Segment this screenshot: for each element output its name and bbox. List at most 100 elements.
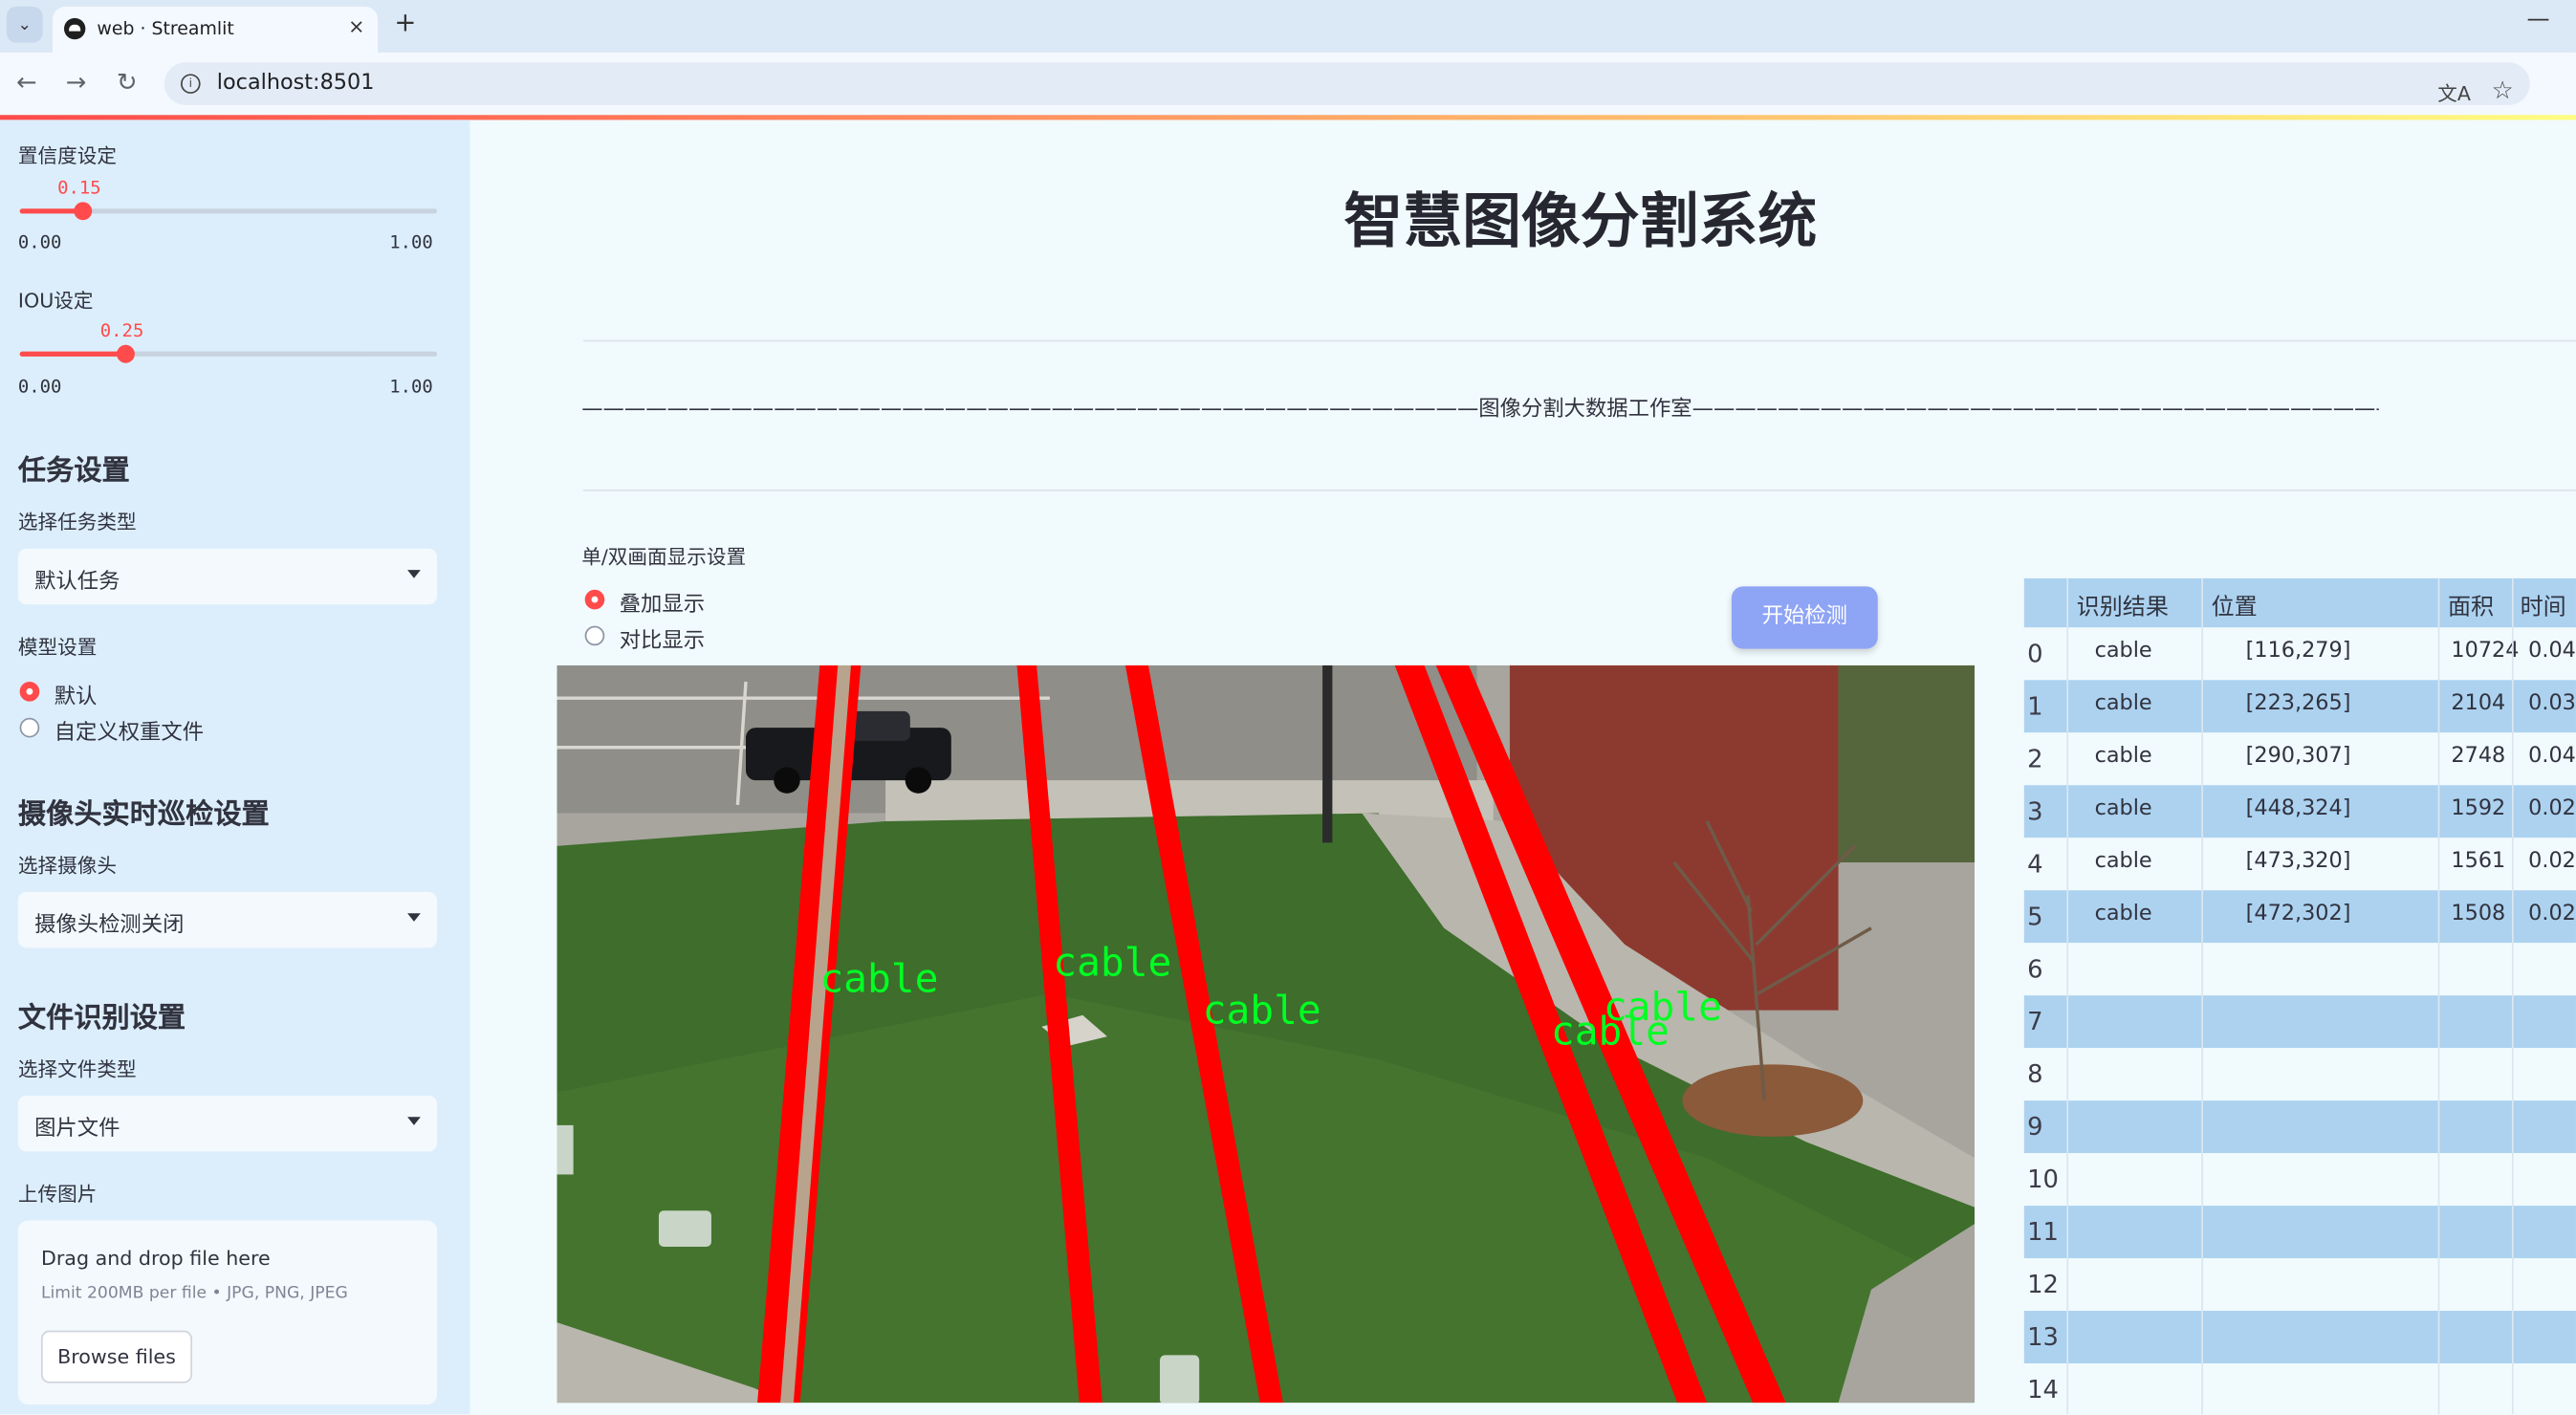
column-divider [2201, 577, 2203, 1415]
file-type-select[interactable]: 图片文件 [17, 1095, 438, 1152]
cell-position: [116,279] [2245, 639, 2351, 664]
confidence-slider[interactable] [19, 202, 438, 221]
header-position: 位置 [2211, 594, 2258, 621]
camera-section-heading: 摄像头实时巡检设置 [17, 797, 270, 832]
column-divider [2437, 577, 2440, 1415]
file-dropzone[interactable]: Drag and drop file here Limit 200MB per … [17, 1220, 438, 1404]
tab-search-chevron-icon[interactable]: ⌄ [6, 6, 43, 43]
table-row[interactable]: 13 [2023, 1311, 2576, 1364]
row-index: 12 [2027, 1270, 2059, 1300]
table-row[interactable]: 9 [2023, 1100, 2576, 1154]
utility-box [557, 1124, 574, 1175]
start-detection-button[interactable]: 开始检测 [1731, 586, 1878, 649]
cell-time: 0.02 [2528, 849, 2576, 875]
display-mode-label: 单/双画面显示设置 [581, 545, 747, 569]
radio-selected-icon[interactable] [19, 682, 40, 702]
divider [582, 489, 2576, 491]
reload-icon[interactable]: ↻ [117, 67, 138, 97]
new-tab-button[interactable]: + [394, 7, 416, 38]
row-index: 14 [2027, 1375, 2059, 1404]
cell-area: 1508 [2451, 902, 2506, 927]
iou-slider-thumb[interactable] [116, 344, 135, 363]
chevron-down-icon [407, 913, 421, 922]
column-divider [2066, 577, 2069, 1415]
row-index: 9 [2027, 1112, 2043, 1143]
table-row[interactable]: 3 cable [448,324] 1592 0.02 [2023, 785, 2576, 838]
camera-value: 摄像头检测关闭 [34, 913, 185, 939]
table-row[interactable]: 14 [2023, 1363, 2576, 1415]
header-label: 识别结果 [2076, 594, 2169, 621]
display-option-label: 叠加显示 [619, 593, 706, 619]
radio-unselected-icon[interactable] [19, 717, 40, 738]
table-row[interactable]: 10 [2023, 1153, 2576, 1207]
cell-position: [473,320] [2245, 849, 2351, 875]
table-row[interactable]: 5 cable [472,302] 1508 0.02 [2023, 890, 2576, 944]
omnibox[interactable]: i localhost:8501 文A ☆ [164, 62, 2530, 105]
dropzone-title: Drag and drop file here [40, 1247, 271, 1271]
iou-slider[interactable] [19, 344, 438, 363]
browser-tab[interactable]: web · Streamlit × [52, 6, 379, 53]
model-label: 模型设置 [17, 635, 98, 659]
cell-area: 2104 [2451, 691, 2506, 717]
forward-arrow-icon[interactable]: → [66, 67, 87, 97]
cell-position: [290,307] [2245, 744, 2351, 770]
cell-position: [472,302] [2245, 902, 2351, 927]
cell-label: cable [2094, 744, 2152, 770]
row-index: 7 [2027, 1007, 2043, 1037]
cell-time: 0.04 [2528, 639, 2576, 664]
url-text[interactable]: localhost:8501 [217, 71, 375, 96]
cell-time: 0.02 [2528, 796, 2576, 822]
site-info-icon[interactable]: i [180, 74, 201, 94]
window-minimize-button[interactable]: — [2526, 7, 2549, 33]
tab-close-icon[interactable]: × [348, 14, 364, 37]
task-type-select[interactable]: 默认任务 [17, 548, 438, 605]
table-row[interactable]: 4 cable [473,320] 1561 0.02 [2023, 838, 2576, 891]
tree-foliage [1838, 664, 1976, 863]
back-arrow-icon[interactable]: ← [16, 67, 37, 97]
table-row[interactable]: 12 [2023, 1258, 2576, 1312]
iou-max: 1.00 [389, 376, 433, 398]
cell-label: cable [2094, 849, 2152, 875]
row-index: 0 [2027, 639, 2043, 669]
confidence-slider-thumb[interactable] [74, 202, 93, 221]
table-row[interactable]: 0 cable [116,279] 10724 0.04 [2023, 627, 2576, 681]
browse-files-button[interactable]: Browse files [40, 1330, 193, 1383]
detection-label: cable [1551, 1009, 1670, 1055]
cell-area: 10724 [2451, 639, 2520, 664]
table-row[interactable]: 2 cable [290,307] 2748 0.04 [2023, 732, 2576, 786]
row-index: 8 [2027, 1059, 2043, 1090]
cell-label: cable [2094, 902, 2152, 927]
file-type-value: 图片文件 [34, 1117, 120, 1143]
divider [582, 339, 2576, 342]
table-row[interactable]: 11 [2023, 1206, 2576, 1259]
camera-label: 选择摄像头 [17, 854, 118, 878]
task-type-value: 默认任务 [34, 570, 120, 595]
camera-select[interactable]: 摄像头检测关闭 [17, 891, 438, 948]
row-index: 6 [2027, 954, 2043, 985]
detection-label: cable [1053, 940, 1171, 986]
segmentation-result-image: cable cable cable cable cable [557, 664, 1976, 1404]
confidence-max: 1.00 [389, 231, 433, 253]
table-row[interactable]: 1 cable [223,265] 2104 0.03 [2023, 680, 2576, 733]
radio-selected-icon[interactable] [584, 589, 605, 610]
banner-text: ————————————————————————————————————————… [581, 397, 2379, 423]
chevron-down-icon [407, 570, 421, 578]
translate-icon[interactable]: 文A [2437, 78, 2471, 106]
iou-min: 0.00 [17, 376, 62, 398]
radio-unselected-icon[interactable] [584, 625, 605, 646]
file-type-label: 选择文件类型 [17, 1057, 137, 1081]
streamlit-favicon-icon [64, 17, 86, 40]
row-index: 1 [2027, 691, 2043, 722]
app-viewport: ⌄ web · Streamlit × + — ← → ↻ i localhos… [0, 0, 2576, 1415]
iou-value: 0.25 [99, 320, 144, 342]
cell-area: 2748 [2451, 744, 2506, 770]
table-row[interactable]: 7 [2023, 995, 2576, 1049]
results-table[interactable]: 识别结果 位置 面积 时间 0 cable [116,279] 10724 0.04 1 c… [2023, 577, 2576, 1415]
sidebar: 置信度设定 0.15 0.00 1.00 IOU设定 0.25 0.00 1.0… [0, 120, 470, 1415]
bookmark-star-icon[interactable]: ☆ [2492, 76, 2514, 105]
dropzone-limit: Limit 200MB per file • JPG, PNG, JPEG [40, 1284, 348, 1303]
table-row[interactable]: 8 [2023, 1048, 2576, 1101]
page-title: 智慧图像分割系统 [1343, 188, 1818, 257]
model-option-label: 默认 [54, 685, 98, 710]
table-row[interactable]: 6 [2023, 943, 2576, 996]
